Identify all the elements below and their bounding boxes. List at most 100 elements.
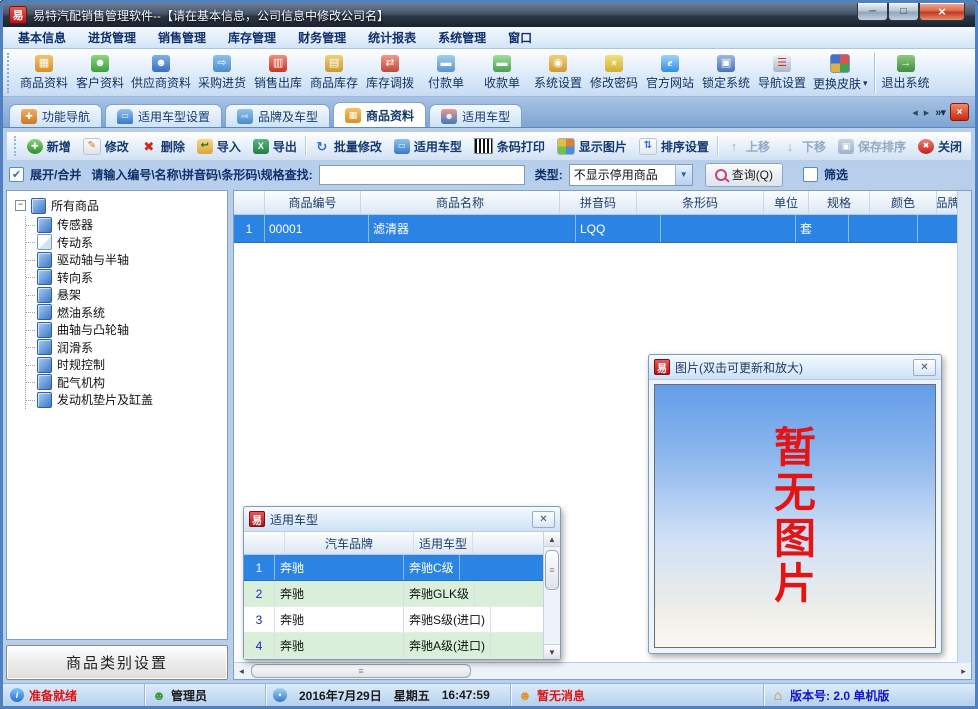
search-input[interactable] xyxy=(319,165,525,185)
header-product-name[interactable]: 商品名称 xyxy=(361,191,560,214)
export-button[interactable]: 导出 xyxy=(247,134,303,158)
lock-system-button[interactable]: 锁定系统 xyxy=(698,51,754,95)
expand-merge-checkbox[interactable] xyxy=(9,167,24,182)
delete-button[interactable]: 删除 xyxy=(135,134,191,158)
header-brand[interactable]: 品牌 xyxy=(937,191,958,214)
header-pinyin-code[interactable]: 拼音码 xyxy=(560,191,637,214)
change-password-button[interactable]: 修改密码 xyxy=(586,51,642,95)
batch-edit-button[interactable]: 批量修改 xyxy=(308,134,388,158)
payment-slip-button[interactable]: 付款单 xyxy=(418,51,474,95)
header-spec[interactable]: 规格 xyxy=(809,191,870,214)
show-image-button[interactable]: 显示图片 xyxy=(551,134,633,158)
tree-node-root[interactable]: 所有商品 xyxy=(9,196,225,216)
tree-node-suspension[interactable]: 悬架 xyxy=(26,286,225,304)
move-down-button[interactable]: 下移 xyxy=(776,134,832,158)
scroll-down-icon[interactable] xyxy=(544,644,560,659)
import-button[interactable]: 导入 xyxy=(191,134,247,158)
minimize-button[interactable] xyxy=(857,3,888,21)
goods-stock-button[interactable]: 商品库存 xyxy=(306,51,362,95)
table-row-selected[interactable]: 1 00001 滤清器 LQQ 套 xyxy=(234,215,958,243)
tab-overflow-icon[interactable] xyxy=(935,106,944,119)
tree-node-sensor[interactable]: 传感器 xyxy=(26,216,225,234)
menu-purchase-mgmt[interactable]: 进货管理 xyxy=(77,27,147,48)
type-select[interactable]: 不显示停用商品 xyxy=(569,164,693,186)
header-row-number[interactable] xyxy=(234,191,265,214)
header-applicable-model[interactable]: 适用车型 xyxy=(414,532,473,554)
stock-transfer-button[interactable]: 库存调拨 xyxy=(362,51,418,95)
status-message-segment: 暂无消息 xyxy=(511,684,764,706)
header-color[interactable]: 颜色 xyxy=(870,191,937,214)
menu-reports[interactable]: 统计报表 xyxy=(357,27,427,48)
filter-checkbox[interactable] xyxy=(803,167,818,182)
model-row[interactable]: 4 奔驰 奔驰A级(进口) xyxy=(244,633,544,659)
model-row[interactable]: 2 奔驰 奔驰GLK级 xyxy=(244,581,544,607)
tree-node-steering[interactable]: 转向系 xyxy=(26,269,225,287)
maximize-button[interactable] xyxy=(888,3,919,21)
nav-settings-button[interactable]: 导航设置 xyxy=(754,51,810,95)
query-button[interactable]: 查询(Q) xyxy=(705,163,783,187)
tree-collapse-icon[interactable] xyxy=(15,200,26,211)
purchase-in-button[interactable]: 采购进货 xyxy=(194,51,250,95)
menu-system-mgmt[interactable]: 系统管理 xyxy=(427,27,497,48)
vertical-scrollbar[interactable] xyxy=(957,191,971,663)
scroll-right-icon[interactable] xyxy=(956,666,971,677)
tab-scroll-left-icon[interactable] xyxy=(912,106,918,119)
goods-data-button[interactable]: 商品资料 xyxy=(16,51,72,95)
image-preview-area[interactable]: 暂 无 图 片 xyxy=(654,384,936,648)
popup-title-bar[interactable]: 易 图片(双击可更新和放大) xyxy=(649,355,941,380)
scroll-left-icon[interactable] xyxy=(234,666,249,677)
vertical-scrollbar[interactable] xyxy=(543,532,560,659)
scrollbar-thumb[interactable] xyxy=(545,550,559,590)
tab-applicable-model[interactable]: 适用车型 xyxy=(429,104,522,127)
barcode-print-button[interactable]: 条码打印 xyxy=(468,134,551,158)
header-product-code[interactable]: 商品编号 xyxy=(265,191,361,214)
scrollbar-thumb[interactable] xyxy=(251,664,471,678)
tab-close-icon[interactable] xyxy=(950,103,969,121)
close-icon[interactable] xyxy=(532,511,555,528)
header-car-brand[interactable]: 汽车品牌 xyxy=(285,532,414,554)
horizontal-scrollbar[interactable] xyxy=(234,662,971,679)
customer-data-button[interactable]: 客户资料 xyxy=(72,51,128,95)
model-row[interactable]: 1 奔驰 奔驰C级 xyxy=(244,555,544,581)
tree-node-crankshaft[interactable]: 曲轴与凸轮轴 xyxy=(26,321,225,339)
tab-model-settings[interactable]: 适用车型设置 xyxy=(105,104,222,127)
tab-brand-model[interactable]: 品牌及车型 xyxy=(225,104,330,127)
save-sort-button[interactable]: 保存排序 xyxy=(832,134,912,158)
add-button[interactable]: 新增 xyxy=(21,134,77,158)
official-website-button[interactable]: 官方网站 xyxy=(642,51,698,95)
supplier-data-button[interactable]: 供应商资料 xyxy=(128,51,194,95)
category-settings-button[interactable]: 商品类别设置 xyxy=(6,645,228,680)
edit-button[interactable]: 修改 xyxy=(77,134,135,158)
tree-node-fuel-system[interactable]: 燃油系统 xyxy=(26,304,225,322)
close-button[interactable] xyxy=(919,3,965,21)
menu-window[interactable]: 窗口 xyxy=(497,27,543,48)
menu-finance-mgmt[interactable]: 财务管理 xyxy=(287,27,357,48)
model-row[interactable]: 3 奔驰 奔驰S级(进口) xyxy=(244,607,544,633)
receipt-slip-button[interactable]: 收款单 xyxy=(474,51,530,95)
scroll-up-icon[interactable] xyxy=(544,532,560,547)
tree-node-lubrication[interactable]: 润滑系 xyxy=(26,339,225,357)
system-settings-button[interactable]: 系统设置 xyxy=(530,51,586,95)
sort-settings-button[interactable]: 排序设置 xyxy=(633,134,715,158)
sales-out-button[interactable]: 销售出库 xyxy=(250,51,306,95)
tree-node-valve-train[interactable]: 配气机构 xyxy=(26,374,225,392)
menu-sales-mgmt[interactable]: 销售管理 xyxy=(147,27,217,48)
header-barcode[interactable]: 条形码 xyxy=(637,191,764,214)
applicable-model-button[interactable]: 适用车型 xyxy=(388,134,468,158)
tree-node-engine-gasket[interactable]: 发动机垫片及缸盖 xyxy=(26,391,225,409)
tab-goods-data[interactable]: 商品资料 xyxy=(333,102,426,127)
tree-node-drive-axle[interactable]: 驱动轴与半轴 xyxy=(26,251,225,269)
tab-scroll-right-icon[interactable] xyxy=(924,106,930,119)
tab-function-nav[interactable]: 功能导航 xyxy=(9,104,102,127)
exit-system-button[interactable]: 退出系统 xyxy=(878,51,934,95)
close-icon[interactable] xyxy=(913,359,936,376)
menu-inventory-mgmt[interactable]: 库存管理 xyxy=(217,27,287,48)
header-unit[interactable]: 单位 xyxy=(764,191,809,214)
move-up-button[interactable]: 上移 xyxy=(720,134,776,158)
popup-title-bar[interactable]: 易 适用车型 xyxy=(244,507,560,532)
tree-node-transmission[interactable]: 传动系 xyxy=(26,234,225,252)
menu-basic-info[interactable]: 基本信息 xyxy=(7,27,77,48)
tree-node-timing-control[interactable]: 时规控制 xyxy=(26,356,225,374)
change-skin-button[interactable]: 更换皮肤▾ xyxy=(810,51,871,95)
close-view-button[interactable]: 关闭 xyxy=(912,134,968,158)
